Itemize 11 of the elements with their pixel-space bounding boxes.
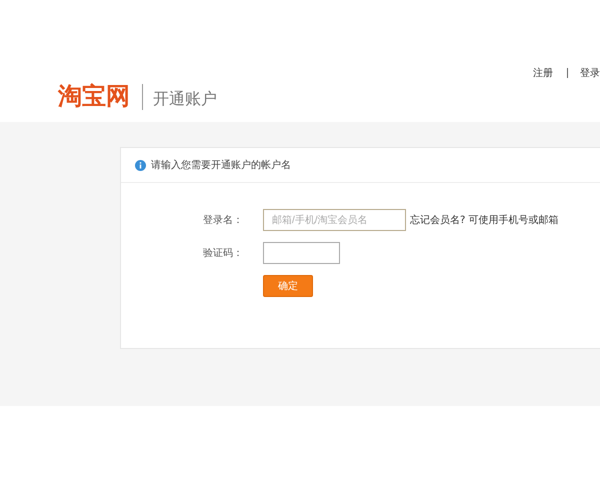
page-subtitle: 开通账户 — [153, 88, 217, 110]
logo[interactable]: 淘宝网 — [58, 82, 130, 110]
input-field[interactable]: 邮箱/手机/淘宝会员名 — [263, 209, 406, 231]
hint-text: 忘记会员名? 可使用手机号或邮箱 — [410, 214, 558, 227]
input-field[interactable] — [263, 242, 340, 264]
header-link[interactable]: 注册 — [533, 66, 553, 80]
info-icon — [135, 160, 146, 170]
notice-text: 请输入您需要开通账户的帐户名 — [151, 158, 291, 172]
field-label: 验证码： — [203, 247, 244, 260]
header-link[interactable]: 登录 — [580, 66, 600, 80]
field-label: 登录名： — [203, 214, 244, 227]
